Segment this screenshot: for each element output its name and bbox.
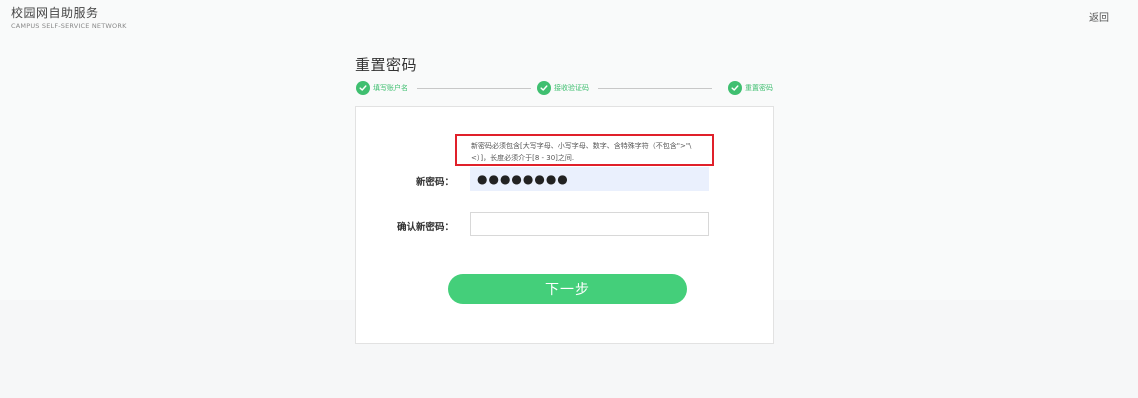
step-label: 填写账户名 <box>373 84 408 92</box>
confirm-password-label: 确认新密码： <box>396 222 454 233</box>
step-connector-2 <box>598 88 712 89</box>
step-label: 重置密码 <box>745 84 773 92</box>
step-2: 接收验证码 <box>537 81 589 95</box>
new-password-label: 新密码： <box>415 177 454 188</box>
page-title: 重置密码 <box>355 56 418 74</box>
step-3: 重置密码 <box>728 81 773 95</box>
brand: 校园网自助服务 CAMPUS SELF-SERVICE NETWORK <box>11 6 127 30</box>
hint-line: <）]，长度必须介于[8 - 30]之间. <box>471 154 575 162</box>
new-password-field[interactable] <box>470 167 709 191</box>
checkmark-icon <box>356 81 370 95</box>
step-label: 接收验证码 <box>554 84 589 92</box>
step-1: 填写账户名 <box>356 81 408 95</box>
back-link[interactable]: 返回 <box>1089 9 1109 24</box>
checkmark-icon <box>728 81 742 95</box>
hint-line: 新密码必须包含[大写字母、小写字母、数字、含特殊字符（不包含">"\ <box>471 142 692 150</box>
checkmark-icon <box>537 81 551 95</box>
step-connector-1 <box>417 88 531 89</box>
confirm-password-field[interactable] <box>470 212 709 236</box>
brand-title: 校园网自助服务 <box>11 6 99 20</box>
password-rule-hint: 新密码必须包含[大写字母、小写字母、数字、含特殊字符（不包含">"\ <）]，长… <box>455 134 714 166</box>
brand-subtitle: CAMPUS SELF-SERVICE NETWORK <box>11 22 127 30</box>
next-step-button[interactable]: 下一步 <box>448 274 687 304</box>
